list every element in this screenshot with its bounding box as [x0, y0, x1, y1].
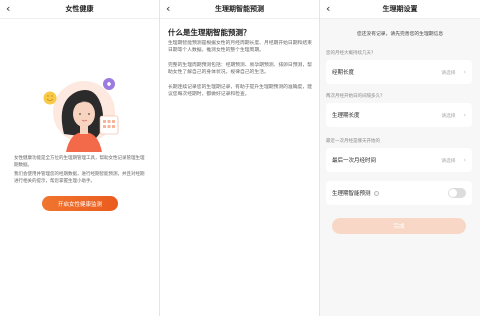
period-length-row[interactable]: 经期长度 请选择 ›	[326, 60, 472, 84]
page-title: 生理期智能预测	[215, 5, 264, 13]
info-icon[interactable]: i	[373, 191, 379, 196]
done-button[interactable]: 完成	[332, 218, 466, 234]
header-bar: ‹ 生理期智能预测	[160, 0, 319, 19]
header-bar: ‹ 女性健康	[0, 0, 159, 19]
back-button[interactable]: ‹	[326, 1, 330, 17]
section-heading: 什么是生理期智能预测？	[168, 28, 251, 37]
question-label: 两次月经开始日的间隔多久?	[326, 94, 383, 99]
page-title: 生理期设置	[382, 5, 418, 13]
row-value: 请选择	[441, 158, 456, 164]
row-label: 生理期智能预测 i	[332, 189, 448, 197]
row-label: 最后一次月经时间	[332, 158, 377, 164]
page-title: 女性健康	[65, 5, 94, 13]
paragraph: 完整的生理周期预测包括：经期预测、易孕期预测、排卵日预测，帮助女性了解自己的身体…	[168, 63, 312, 76]
row-label: 生理期长度	[332, 113, 360, 119]
female-health-illustration	[43, 78, 119, 152]
panel-period-settings: ‹ 生理期设置 您还没有记录，请先完善您的生理期信息 您的月经大概持续几天? 经…	[320, 0, 480, 316]
chevron-right-icon: ›	[463, 111, 466, 119]
enable-health-monitor-button[interactable]: 开启女性健康监测	[42, 196, 118, 211]
back-button[interactable]: ‹	[166, 1, 170, 17]
last-period-row[interactable]: 最后一次月经时间 请选择 ›	[326, 148, 472, 172]
row-value: 请选择	[441, 113, 456, 119]
paragraph: 长期连续记录您的生理期记录，有助于提升生理期预测的准确度，建议您每次经期时，都做…	[168, 85, 312, 98]
chevron-right-icon: ›	[463, 156, 466, 164]
panel-female-health: ‹ 女性健康 女性健康功能是全方位的生理期管理工具，帮助女性记录管理生理期数据。…	[0, 0, 159, 316]
paragraph: 生理期智能预测是根据女性的月经周期长度、月经期开始日期和结束日期等个人数据，推测…	[168, 41, 312, 54]
row-value: 请选择	[441, 70, 456, 76]
chevron-right-icon: ›	[463, 68, 466, 76]
question-label: 最近一次月经是哪天开始的	[326, 139, 380, 144]
intro-text-2: 我们会使用并管理您的经期数据，进行经期智能预测，并且对经期进行相关的提示，帮您掌…	[14, 172, 145, 184]
subtitle: 您还没有记录，请先完善您的生理期信息	[356, 32, 444, 37]
toggle-knob	[449, 189, 457, 197]
row-label: 经期长度	[332, 70, 355, 76]
intro-text: 女性健康功能是全方位的生理期管理工具，帮助女性记录管理生理期数据。	[14, 156, 145, 168]
back-button[interactable]: ‹	[6, 1, 10, 17]
header-bar: ‹ 生理期设置	[320, 0, 480, 19]
smart-prediction-row: 生理期智能预测 i	[326, 181, 472, 205]
cycle-length-row[interactable]: 生理期长度 请选择 ›	[326, 103, 472, 127]
question-label: 您的月经大概持续几天?	[326, 51, 374, 56]
smart-prediction-toggle[interactable]	[448, 188, 466, 198]
row-label-text: 生理期智能预测	[332, 191, 371, 197]
panel-smart-prediction: ‹ 生理期智能预测 什么是生理期智能预测？ 生理期智能预测是根据女性的月经周期长…	[160, 0, 319, 316]
